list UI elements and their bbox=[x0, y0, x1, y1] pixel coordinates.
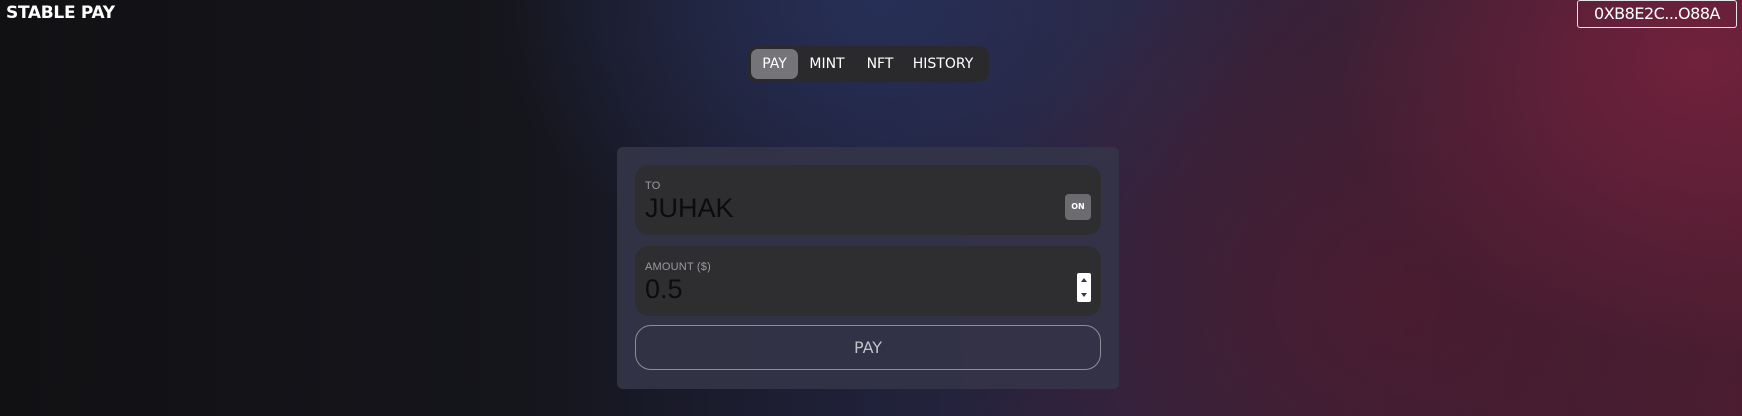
recipient-label: TO bbox=[645, 180, 661, 192]
pay-button[interactable]: PAY bbox=[635, 325, 1101, 370]
amount-field[interactable]: AMOUNT ($) 0.5 bbox=[635, 246, 1101, 316]
recipient-input[interactable]: JUHAK bbox=[645, 193, 734, 224]
amount-stepper[interactable] bbox=[1077, 273, 1091, 302]
increment-button[interactable] bbox=[1077, 273, 1091, 288]
tab-nft[interactable]: NFT bbox=[856, 49, 904, 79]
tab-history[interactable]: HISTORY bbox=[904, 49, 982, 79]
caret-down-icon bbox=[1081, 292, 1087, 297]
tab-mint[interactable]: MINT bbox=[798, 49, 856, 79]
recipient-field[interactable]: TO JUHAK ON bbox=[635, 165, 1101, 235]
amount-input[interactable]: 0.5 bbox=[645, 274, 683, 305]
amount-label: AMOUNT ($) bbox=[645, 261, 711, 273]
tab-pay[interactable]: PAY bbox=[751, 49, 798, 79]
decrement-button[interactable] bbox=[1077, 288, 1091, 303]
wallet-address-button[interactable]: 0XB8E2C...O88A bbox=[1577, 0, 1737, 28]
app-brand: STABLE PAY bbox=[6, 3, 115, 23]
caret-up-icon bbox=[1081, 278, 1087, 283]
tab-bar: PAY MINT NFT HISTORY bbox=[747, 46, 989, 82]
pay-form-card: TO JUHAK ON AMOUNT ($) 0.5 PAY bbox=[617, 147, 1119, 389]
on-toggle-button[interactable]: ON bbox=[1065, 194, 1091, 220]
